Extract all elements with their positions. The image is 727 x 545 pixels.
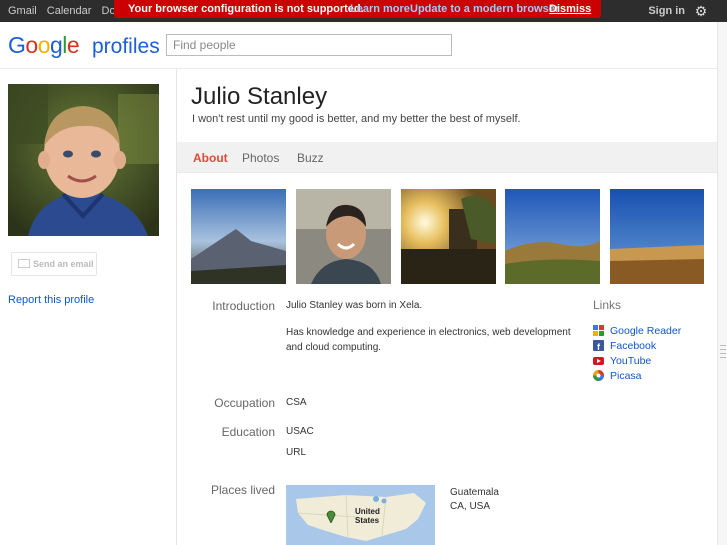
profile-photo	[8, 84, 159, 236]
places-lived-label: Places lived	[210, 483, 275, 497]
send-email-label: Send an email	[33, 259, 94, 269]
map-country-label: United States	[355, 507, 380, 525]
profile-name: Julio Stanley	[191, 83, 328, 110]
photo-thumbnail[interactable]	[505, 189, 600, 284]
photo-thumbnail[interactable]	[191, 189, 286, 284]
photo-thumbnail[interactable]	[401, 189, 496, 284]
profile-tagline: I won't rest until my good is better, an…	[192, 113, 521, 125]
sign-in-link[interactable]: Sign in	[648, 5, 685, 17]
tab-about[interactable]: About	[193, 151, 228, 165]
learn-more-link[interactable]: Learn more	[350, 3, 410, 15]
introduction-text: Julio Stanley was born in Xela.	[286, 300, 423, 311]
places-map[interactable]: United States	[286, 485, 435, 545]
occupation-value: CSA	[286, 397, 307, 408]
places-list: Guatemala CA, USA	[450, 486, 499, 514]
education-label: Education	[221, 425, 275, 439]
profile-tabs: About Photos Buzz	[177, 142, 717, 173]
tab-buzz[interactable]: Buzz	[297, 151, 324, 165]
education-value-2: URL	[286, 447, 307, 458]
google-reader-icon	[593, 325, 604, 336]
link-label: Picasa	[610, 370, 642, 382]
youtube-icon	[593, 355, 604, 366]
link-label: YouTube	[610, 355, 652, 367]
nav-gmail[interactable]: Gmail	[8, 5, 37, 17]
browser-warning-banner: Your browser configuration is not suppor…	[114, 0, 601, 18]
dismiss-link[interactable]: Dismiss	[549, 3, 591, 15]
link-label: Google Reader	[610, 325, 682, 337]
introduction-text-2: Has knowledge and experience in electron…	[286, 327, 571, 353]
picasa-icon	[593, 370, 604, 381]
profiles-logo-text[interactable]: profiles	[92, 35, 160, 59]
gear-icon[interactable]: ⚙	[693, 3, 709, 19]
update-browser-link[interactable]: Update to a modern browser	[410, 3, 559, 15]
place-item: Guatemala	[450, 487, 499, 498]
facebook-icon: f	[593, 340, 604, 352]
map-pin-icon	[326, 509, 336, 524]
find-people-input[interactable]	[166, 34, 452, 56]
introduction-label: Introduction	[212, 299, 275, 313]
link-youtube[interactable]: YouTube	[593, 355, 651, 367]
send-email-button[interactable]: Send an email	[11, 252, 97, 276]
education-value: USAC	[286, 426, 314, 437]
tab-photos[interactable]: Photos	[242, 151, 279, 165]
links-heading: Links	[593, 298, 622, 312]
nav-calendar[interactable]: Calendar	[47, 5, 92, 17]
place-item: CA, USA	[450, 501, 491, 512]
link-google-reader[interactable]: Google Reader	[593, 325, 681, 337]
left-sidebar: Send an email Report this profile	[0, 69, 177, 545]
link-facebook[interactable]: f Facebook	[593, 340, 656, 352]
photo-thumbnail[interactable]	[296, 189, 391, 284]
envelope-icon	[18, 259, 30, 268]
occupation-label: Occupation	[214, 396, 275, 410]
report-profile-link[interactable]: Report this profile	[8, 294, 94, 306]
photo-thumbnail[interactable]	[610, 189, 704, 284]
link-picasa[interactable]: Picasa	[593, 370, 642, 382]
scrollbar-grip[interactable]	[720, 342, 726, 366]
google-logo[interactable]: Google	[8, 32, 80, 59]
warning-message: Your browser configuration is not suppor…	[128, 3, 364, 15]
page-scrollbar[interactable]	[717, 22, 727, 545]
link-label: Facebook	[610, 340, 657, 352]
